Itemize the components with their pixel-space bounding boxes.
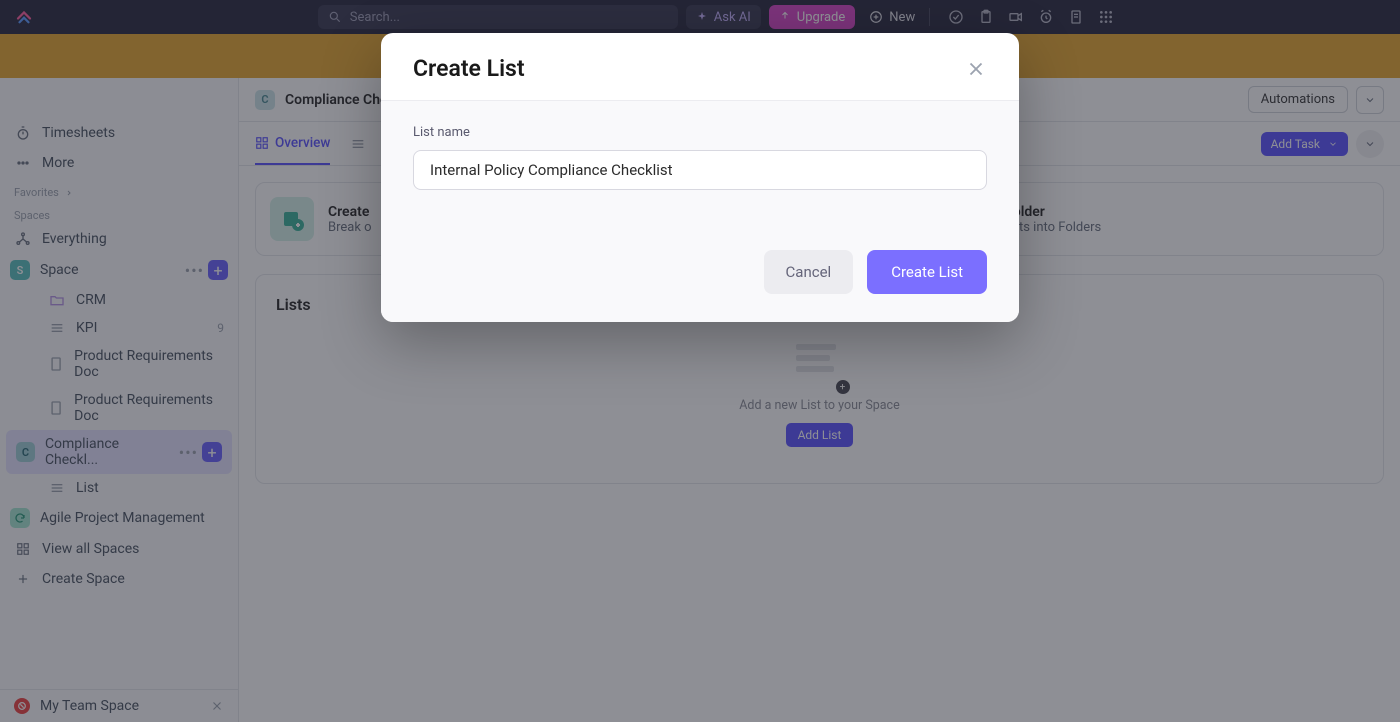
list-name-label: List name (413, 125, 987, 140)
close-icon (965, 58, 987, 80)
modal-title: Create List (413, 55, 525, 82)
create-list-submit-button[interactable]: Create List (867, 250, 987, 294)
create-list-modal: Create List List name Cancel Create List (381, 33, 1019, 322)
modal-overlay[interactable]: Create List List name Cancel Create List (0, 0, 1400, 722)
modal-close-button[interactable] (965, 58, 987, 80)
cancel-button[interactable]: Cancel (764, 250, 854, 294)
list-name-input[interactable] (413, 150, 987, 190)
